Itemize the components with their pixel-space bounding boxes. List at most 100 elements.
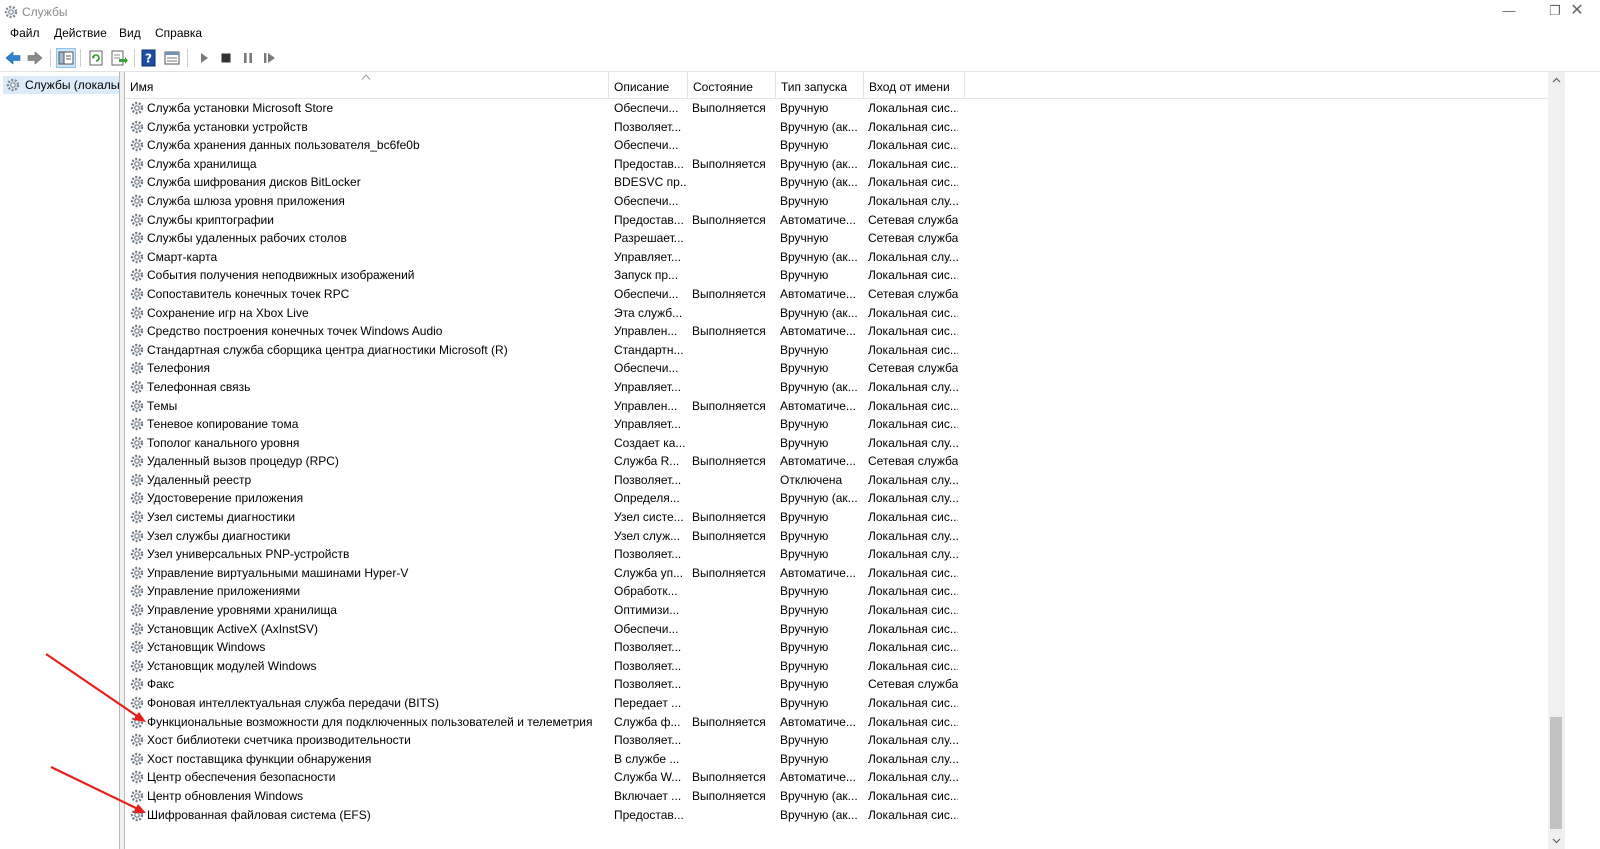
tree-item-services-local[interactable]: Службы (локальные) bbox=[3, 76, 119, 94]
column-header-description[interactable]: Описание bbox=[609, 72, 688, 98]
column-header-startup-type[interactable]: Тип запуска bbox=[776, 72, 864, 98]
pause-icon[interactable] bbox=[239, 49, 257, 67]
cell-log-on-as: Сетевая служба bbox=[868, 212, 958, 227]
table-row[interactable]: Управление уровнями хранилища Оптимизи...… bbox=[125, 601, 1549, 620]
table-row[interactable]: Служба установки устройств Позволяет... Вр… bbox=[125, 118, 1549, 137]
table-row[interactable]: Службы удаленных рабочих столов Разрешает… bbox=[125, 229, 1549, 248]
cell-name: Установщик ActiveX (AxInstSV) bbox=[147, 621, 319, 636]
cell-log-on-as: Локальная слу... bbox=[868, 528, 958, 543]
scroll-down-arrow-icon[interactable] bbox=[1548, 832, 1565, 849]
table-row[interactable]: Службы криптографии Предостав... Выполняет… bbox=[125, 211, 1549, 230]
export-list-icon[interactable] bbox=[110, 49, 128, 67]
table-row[interactable]: Теневое копирование тома Управляет... Вруч… bbox=[125, 415, 1549, 434]
scroll-up-arrow-icon[interactable] bbox=[1548, 72, 1565, 89]
service-gear-icon bbox=[130, 603, 144, 617]
table-row[interactable]: Узел системы диагностики Узел систе... Вып… bbox=[125, 508, 1549, 527]
table-row[interactable]: Сохранение игр на Xbox Live Эта служб... В… bbox=[125, 304, 1549, 323]
cell-log-on-as: Локальная сис... bbox=[868, 603, 958, 618]
table-row[interactable]: Удостоверение приложения Определя... Вручн… bbox=[125, 489, 1549, 508]
table-row[interactable]: Функциональные возможности для подключен… bbox=[125, 713, 1549, 732]
table-row[interactable]: Служба установки Microsoft Store Обеспечи… bbox=[125, 99, 1549, 118]
table-row[interactable]: Установщик ActiveX (AxInstSV) Обеспечи...… bbox=[125, 620, 1549, 639]
back-arrow-icon[interactable] bbox=[4, 49, 22, 67]
stop-icon[interactable] bbox=[217, 49, 235, 67]
cell-startup-type: Вручную bbox=[780, 640, 829, 655]
service-gear-icon bbox=[130, 585, 144, 598]
cell-status: Выполняется bbox=[692, 454, 766, 469]
scrollbar-thumb[interactable] bbox=[1550, 717, 1562, 829]
cell-description: Включает ... bbox=[614, 788, 682, 803]
column-header-status[interactable]: Состояние bbox=[688, 72, 776, 98]
table-row[interactable]: Сопоставитель конечных точек RPC Обеспечи… bbox=[125, 285, 1549, 304]
table-row[interactable]: Удаленный вызов процедур (RPC) Служба R..… bbox=[125, 452, 1549, 471]
show-hide-console-tree-icon[interactable] bbox=[56, 48, 76, 68]
cell-startup-type: Автоматиче... bbox=[780, 324, 856, 339]
cell-log-on-as: Локальная сис... bbox=[868, 510, 958, 525]
cell-status: Выполняется bbox=[692, 770, 766, 785]
table-row[interactable]: Хост поставщика функции обнаружения В слу… bbox=[125, 750, 1549, 769]
table-row[interactable]: Центр обновления Windows Включает ... Выпо… bbox=[125, 787, 1549, 806]
table-row[interactable]: Средство построения конечных точек Windo… bbox=[125, 322, 1549, 341]
cell-name: Служба хранения данных пользователя_bc6f… bbox=[147, 138, 420, 153]
column-header-log-on-as[interactable]: Вход от имени bbox=[864, 72, 965, 98]
service-gear-icon bbox=[130, 771, 144, 784]
vertical-scrollbar[interactable] bbox=[1548, 72, 1565, 849]
service-gear-icon bbox=[130, 510, 144, 524]
menu-file[interactable]: Файл bbox=[10, 26, 40, 40]
table-row[interactable]: Факс Позволяет... Вручную Сетевая служба bbox=[125, 675, 1549, 694]
table-row[interactable]: Управление виртуальными машинами Hyper-V… bbox=[125, 564, 1549, 583]
table-row[interactable]: Служба шифрования дисков BitLocker BDESVC… bbox=[125, 173, 1549, 192]
table-row[interactable]: Узел универсальных PNP-устройств Позволяе… bbox=[125, 545, 1549, 564]
cell-description: Запуск пр... bbox=[614, 268, 679, 283]
cell-log-on-as: Локальная сис... bbox=[868, 342, 958, 357]
service-gear-icon bbox=[130, 808, 144, 821]
table-row[interactable]: Служба хранения данных пользователя_bc6f… bbox=[125, 136, 1549, 155]
cell-startup-type: Вручную bbox=[780, 417, 829, 432]
cell-log-on-as: Локальная слу... bbox=[868, 733, 958, 748]
table-row[interactable]: Тополог канального уровня Создает ка... Вр… bbox=[125, 434, 1549, 453]
cell-log-on-as: Локальная сис... bbox=[868, 156, 958, 171]
table-row[interactable]: Установщик модулей Windows Позволяет... Вр… bbox=[125, 657, 1549, 676]
table-row[interactable]: Служба шлюза уровня приложения Обеспечи..… bbox=[125, 192, 1549, 211]
table-row[interactable]: События получения неподвижных изображени… bbox=[125, 266, 1549, 285]
table-row[interactable]: Центр обеспечения безопасности Служба W..… bbox=[125, 768, 1549, 787]
properties-icon[interactable] bbox=[163, 49, 181, 67]
service-gear-icon bbox=[130, 194, 144, 208]
cell-name: Шифрованная файловая система (EFS) bbox=[147, 807, 371, 822]
menu-view[interactable]: Вид bbox=[119, 26, 141, 40]
table-row[interactable]: Управление приложениями Обработк... Вручну… bbox=[125, 582, 1549, 601]
menu-help[interactable]: Справка bbox=[155, 26, 202, 40]
cell-description: Обеспечи... bbox=[614, 361, 679, 376]
cell-name: Служба установки Microsoft Store bbox=[147, 101, 334, 115]
cell-name: Темы bbox=[147, 398, 178, 413]
cell-name: Смарт-карта bbox=[147, 249, 218, 264]
service-gear-icon bbox=[130, 306, 144, 319]
table-row[interactable]: Телефония Обеспечи... Вручную Сетевая служб… bbox=[125, 359, 1549, 378]
table-row[interactable]: Установщик Windows Позволяет... Вручную Лок… bbox=[125, 638, 1549, 657]
table-row[interactable]: Стандартная служба сборщика центра диагн… bbox=[125, 341, 1549, 360]
table-row[interactable]: Смарт-карта Управляет... Вручную (ак... Лок… bbox=[125, 248, 1549, 267]
cell-description: Обеспечи... bbox=[614, 193, 679, 208]
forward-arrow-icon[interactable] bbox=[26, 49, 44, 67]
play-icon[interactable] bbox=[195, 49, 213, 67]
table-row[interactable]: Телефонная связь Управляет... Вручную (ак.… bbox=[125, 378, 1549, 397]
close-button[interactable]: ✕ bbox=[1554, 0, 1600, 23]
cell-description: Обработк... bbox=[614, 584, 678, 599]
sort-ascending-icon bbox=[361, 74, 371, 80]
table-row[interactable]: Служба хранилища Предостав... Выполняется В… bbox=[125, 155, 1549, 174]
table-row[interactable]: Хост библиотеки счетчика производительно… bbox=[125, 731, 1549, 750]
menu-action[interactable]: Действие bbox=[54, 26, 107, 40]
table-row[interactable]: Удаленный реестр Позволяет... Отключена Лок… bbox=[125, 471, 1549, 490]
minimize-button[interactable]: — bbox=[1486, 0, 1532, 23]
table-row[interactable]: Фоновая интеллектуальная служба передачи… bbox=[125, 694, 1549, 713]
table-row[interactable]: Шифрованная файловая система (EFS) Предос… bbox=[125, 806, 1549, 825]
cell-status: Выполняется bbox=[692, 510, 766, 525]
service-gear-icon bbox=[130, 492, 144, 505]
column-header-name[interactable]: Имя bbox=[125, 72, 609, 98]
table-row[interactable]: Узел службы диагностики Узел служ... Выпол… bbox=[125, 527, 1549, 546]
cell-name: События получения неподвижных изображени… bbox=[147, 268, 415, 283]
table-row[interactable]: Темы Управлен... Выполняется Автоматиче... Л… bbox=[125, 397, 1549, 416]
restart-icon[interactable] bbox=[261, 49, 279, 67]
refresh-icon[interactable] bbox=[87, 49, 105, 67]
help-icon[interactable]: ? bbox=[140, 49, 158, 67]
